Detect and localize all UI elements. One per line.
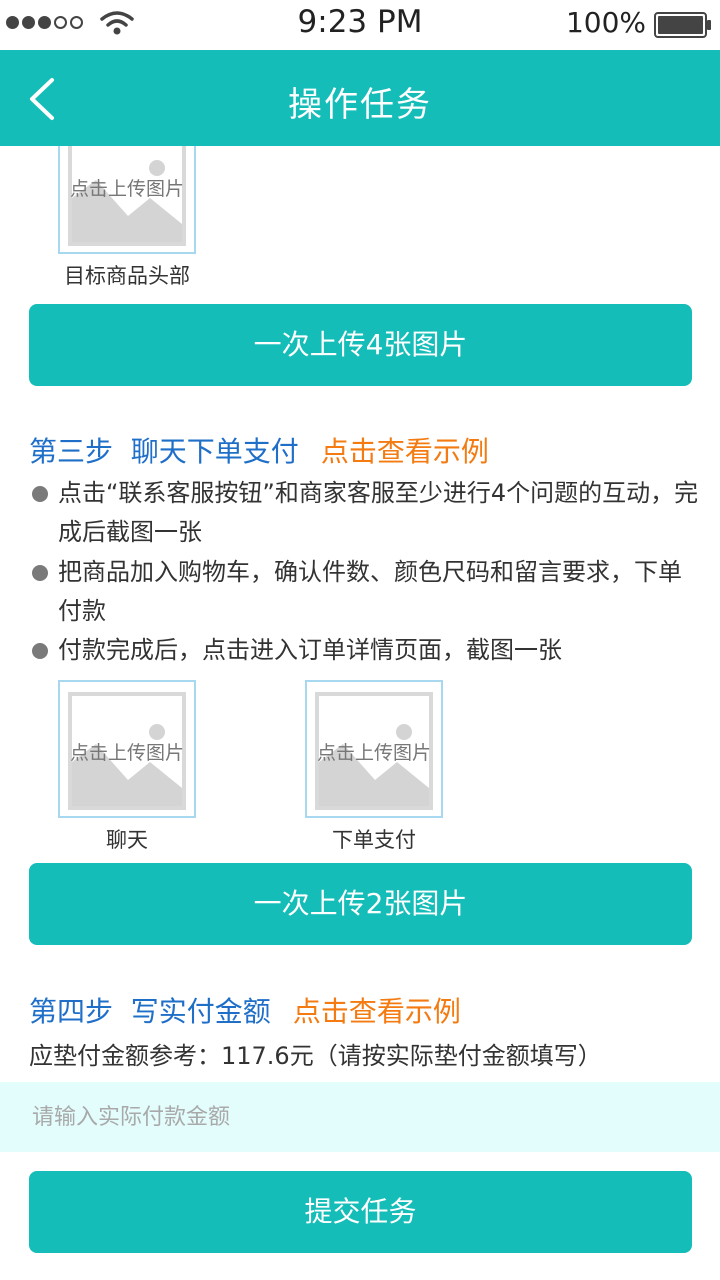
bullet-dot-icon [32, 643, 48, 659]
upload-4-images-button[interactable]: 一次上传4张图片 [29, 304, 692, 386]
tile-label: 目标商品头部 [64, 264, 190, 288]
nav-header: 操作任务 [0, 50, 720, 146]
step4-title: 第四步 写实付金额 [29, 995, 271, 1028]
upload-hint: 点击上传图片 [69, 742, 184, 764]
image-upload-frame[interactable]: 点击上传图片 [305, 680, 443, 818]
step3-instruction: 点击“联系客服按钮”和商家客服至少进行4个问题的互动，完成后截图一张 [30, 474, 705, 552]
step3-heading: 第三步 聊天下单支付 点击查看示例 [29, 430, 489, 470]
upload-tile-chat[interactable]: 点击上传图片 聊天 [58, 680, 196, 854]
bullet-dot-icon [32, 486, 48, 502]
battery-percentage: 100% [565, 6, 646, 39]
step3-example-link[interactable]: 点击查看示例 [321, 435, 489, 468]
step3-instruction: 把商品加入购物车，确认件数、颜色尺码和留言要求，下单付款 [30, 553, 705, 631]
tile-label: 聊天 [106, 828, 148, 852]
bullet-dot-icon [32, 565, 48, 581]
upload-tile-order-payment[interactable]: 点击上传图片 下单支付 [305, 680, 443, 854]
step4-example-link[interactable]: 点击查看示例 [293, 995, 461, 1028]
image-upload-frame[interactable]: 点击上传图片 [58, 680, 196, 818]
reference-amount-text: 应垫付金额参考：117.6元（请按实际垫付金额填写） [29, 1042, 602, 1070]
upload-hint: 点击上传图片 [69, 178, 184, 200]
page-title: 操作任务 [288, 85, 432, 125]
step4-heading: 第四步 写实付金额 点击查看示例 [29, 990, 461, 1030]
upload-hint: 点击上传图片 [316, 742, 431, 764]
amount-input-container [0, 1082, 720, 1152]
submit-task-button[interactable]: 提交任务 [29, 1171, 692, 1253]
tile-label: 下单支付 [332, 828, 416, 852]
step3-instruction: 付款完成后，点击进入订单详情页面，截图一张 [30, 631, 705, 670]
step3-title: 第三步 聊天下单支付 [29, 435, 299, 468]
actual-payment-amount-input[interactable] [30, 1082, 690, 1152]
upload-2-images-button[interactable]: 一次上传2张图片 [29, 863, 692, 945]
status-bar: 9:23 PM 100% [0, 0, 720, 50]
battery-icon [654, 12, 711, 38]
